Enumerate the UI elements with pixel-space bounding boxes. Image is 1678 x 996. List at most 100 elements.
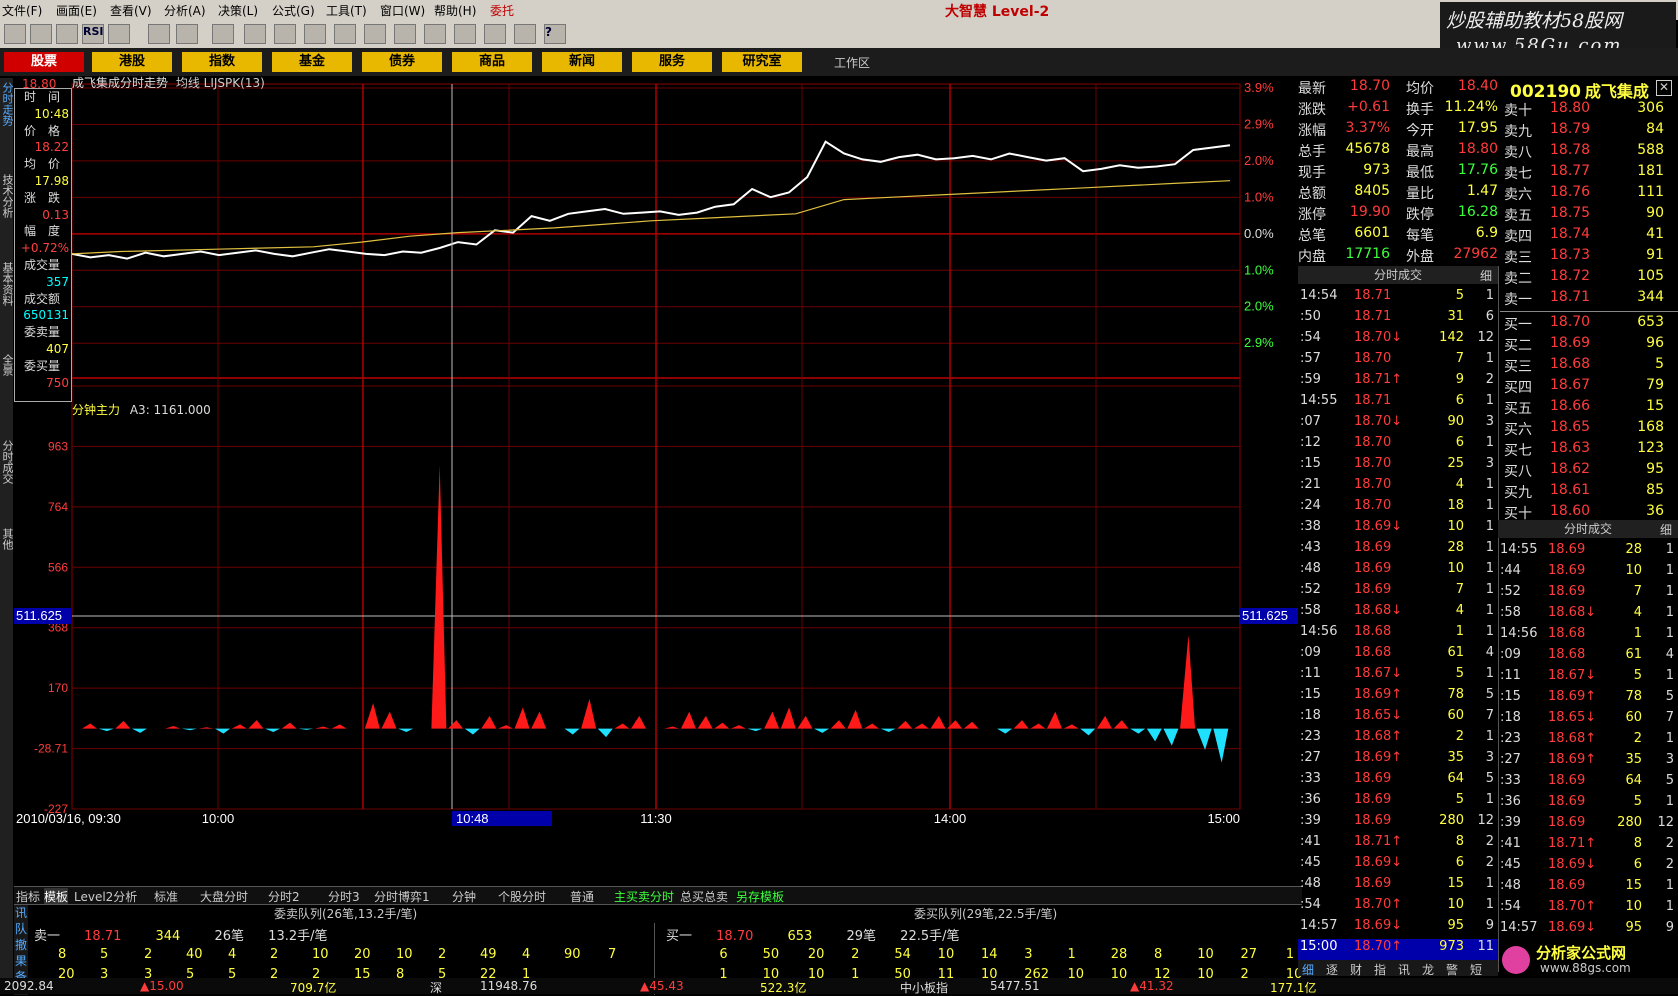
menu-trade[interactable]: 委托: [490, 2, 514, 19]
bottom-tab[interactable]: 龙: [1422, 961, 1434, 978]
intraday-chart[interactable]: 3.9%2.9%2.0%1.0%0.0%1.0%2.0%2.9%11619637…: [0, 76, 1298, 886]
tick-time: :38: [1300, 519, 1321, 534]
inflow-bar: [764, 711, 780, 729]
menu-formula[interactable]: 公式(G): [272, 2, 315, 19]
ticks-detail-button[interactable]: 细: [1480, 267, 1492, 284]
indicator-tab[interactable]: 分时3: [328, 888, 360, 905]
bid-label: 买九: [1504, 485, 1532, 501]
bottom-tab[interactable]: 细: [1302, 961, 1314, 978]
indicator-tab[interactable]: 普通: [570, 888, 594, 905]
grid-icon[interactable]: [108, 24, 130, 44]
indicator-tab[interactable]: 另存模板: [736, 888, 784, 905]
bottom-tab[interactable]: 指: [1374, 961, 1386, 978]
indicator-tab[interactable]: 模板: [44, 888, 69, 905]
bid-level[interactable]: 买三 18.68 5: [1500, 356, 1678, 377]
diamond-icon[interactable]: [364, 24, 386, 44]
indicator-tab[interactable]: 标准: [154, 888, 178, 905]
dollar-icon[interactable]: [212, 24, 234, 44]
menu-tools[interactable]: 工具(T): [326, 2, 367, 19]
ask-level[interactable]: 卖十 18.80 306: [1500, 100, 1678, 121]
menu-help[interactable]: 帮助(H): [434, 2, 476, 19]
kline-icon[interactable]: [56, 24, 78, 44]
blue-circle-icon[interactable]: [424, 24, 446, 44]
ruler-icon[interactable]: [176, 24, 198, 44]
arrow-up-icon[interactable]: [334, 24, 356, 44]
close-icon[interactable]: ✕: [1656, 80, 1672, 96]
bottom-tab[interactable]: 逐: [1326, 961, 1338, 978]
tick-price: 18.70↑: [1354, 939, 1403, 954]
bid-level[interactable]: 买四 18.67 79: [1500, 377, 1678, 398]
tick-time: :50: [1300, 309, 1321, 324]
flag-icon[interactable]: [244, 24, 266, 44]
bid-level[interactable]: 买二 18.69 96: [1500, 335, 1678, 356]
ask-price: 18.74: [1550, 226, 1591, 242]
rsi-icon[interactable]: RSI: [82, 24, 104, 44]
chart-icon[interactable]: [30, 24, 52, 44]
time-axis-label: 14:00: [934, 811, 967, 826]
ask-level[interactable]: 卖七 18.77 181: [1500, 163, 1678, 184]
menu-screen[interactable]: 画面(E): [56, 2, 97, 19]
ask-level[interactable]: 卖四 18.74 41: [1500, 226, 1678, 247]
menu-file[interactable]: 文件(F): [2, 2, 42, 19]
bid-level[interactable]: 买九 18.61 85: [1500, 482, 1678, 503]
people-icon[interactable]: [304, 24, 326, 44]
bottom-tab[interactable]: 短: [1470, 961, 1482, 978]
tab-bond[interactable]: 债券: [362, 52, 442, 72]
window-icon[interactable]: [454, 24, 476, 44]
tab-news[interactable]: 新闻: [542, 52, 622, 72]
open-icon[interactable]: [4, 24, 26, 44]
ask-level[interactable]: 卖五 18.75 90: [1500, 205, 1678, 226]
indicator-tab[interactable]: 分时博弈1: [374, 888, 430, 905]
tab-fund[interactable]: 基金: [272, 52, 352, 72]
tab-stocks[interactable]: 股票: [4, 52, 84, 72]
indicator-tab[interactable]: 主买卖分时: [614, 888, 674, 905]
cross-icon[interactable]: [148, 24, 170, 44]
indicator-tab[interactable]: 分钟: [452, 888, 476, 905]
indicator-tab[interactable]: 大盘分时: [200, 888, 248, 905]
ask-level[interactable]: 卖六 18.76 111: [1500, 184, 1678, 205]
workspace-label[interactable]: 工作区: [834, 54, 870, 71]
tick-row: :54 18.70↓ 142 12: [1298, 330, 1498, 351]
bottom-tab[interactable]: 警: [1446, 961, 1458, 978]
tick-count: 1: [1665, 563, 1674, 578]
quote-label: 最低: [1406, 165, 1434, 181]
bid-level[interactable]: 买六 18.65 168: [1500, 419, 1678, 440]
menu-window[interactable]: 窗口(W): [380, 2, 425, 19]
indicator-tab[interactable]: Level2分析: [74, 888, 137, 905]
ask-level[interactable]: 卖九 18.79 84: [1500, 121, 1678, 142]
ticks-detail-button-right[interactable]: 细: [1660, 521, 1672, 538]
menu-view[interactable]: 查看(V): [110, 2, 152, 19]
bid-level[interactable]: 买一 18.70 653: [1500, 314, 1678, 335]
red-circle-icon[interactable]: [394, 24, 416, 44]
tick-time: :15: [1500, 689, 1521, 704]
bottom-tab[interactable]: 财: [1350, 961, 1362, 978]
inflow-bar: [331, 724, 347, 729]
menu-analysis[interactable]: 分析(A): [164, 2, 206, 19]
layout-icon[interactable]: [484, 24, 506, 44]
ask-level[interactable]: 卖八 18.78 588: [1500, 142, 1678, 163]
binoculars-icon[interactable]: [274, 24, 296, 44]
indicator-tab[interactable]: 指标: [16, 888, 40, 905]
indicator-tab[interactable]: 总买总卖: [680, 888, 728, 905]
ask-level[interactable]: 卖三 18.73 91: [1500, 247, 1678, 268]
tab-commodity[interactable]: 商品: [452, 52, 532, 72]
indicator-tab[interactable]: 分时2: [268, 888, 300, 905]
bid-level[interactable]: 买五 18.66 15: [1500, 398, 1678, 419]
indicator-tab[interactable]: 个股分时: [498, 888, 546, 905]
bars-icon[interactable]: [514, 24, 536, 44]
quote-row: 总笔 6601 每笔 6.9: [1298, 225, 1498, 246]
menu-decision[interactable]: 决策(L): [218, 2, 258, 19]
bottom-tab[interactable]: 讯: [1398, 961, 1410, 978]
help-icon[interactable]: ?: [544, 24, 566, 44]
bid-level[interactable]: 买七 18.63 123: [1500, 440, 1678, 461]
tab-index[interactable]: 指数: [182, 52, 262, 72]
ask-level[interactable]: 卖二 18.72 105: [1500, 268, 1678, 289]
bid-level[interactable]: 买八 18.62 95: [1500, 461, 1678, 482]
tab-hk[interactable]: 港股: [92, 52, 172, 72]
tab-service[interactable]: 服务: [632, 52, 712, 72]
ask-level[interactable]: 卖一 18.71 344: [1500, 289, 1678, 310]
tab-research[interactable]: 研究室: [722, 52, 802, 72]
sell-queue-cell: 10: [396, 947, 413, 962]
info-value: +0.72%: [20, 241, 69, 256]
bid-price: 18.61: [1550, 482, 1591, 498]
